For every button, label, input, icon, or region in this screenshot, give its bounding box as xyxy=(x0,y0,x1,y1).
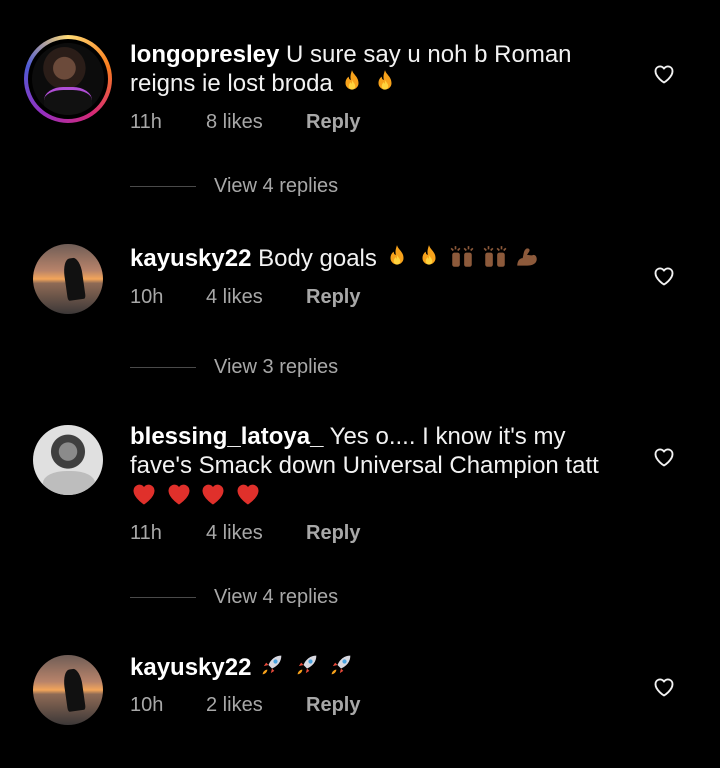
fire-emoji xyxy=(339,69,365,95)
red-heart-emoji xyxy=(199,480,227,508)
reply-button[interactable]: Reply xyxy=(306,111,360,134)
view-replies-label: View 4 replies xyxy=(214,175,339,197)
raising-hands-emoji xyxy=(449,244,475,270)
reply-button[interactable]: Reply xyxy=(306,286,360,309)
avatar-with-story-ring[interactable] xyxy=(24,35,112,123)
divider-line xyxy=(130,367,196,368)
heart-outline-icon[interactable] xyxy=(651,264,677,288)
comment-text: blessing_latoya_ Yes o.... I know it's m… xyxy=(130,422,600,511)
comment-likes[interactable]: 4 likes xyxy=(206,522,306,545)
avatar[interactable] xyxy=(33,655,103,725)
view-replies-label: View 3 replies xyxy=(214,356,339,378)
avatar-image xyxy=(33,244,103,314)
comment-time: 11h xyxy=(130,111,162,133)
comment-username[interactable]: kayusky22 xyxy=(130,654,251,681)
comment-text: kayusky22 Body goals xyxy=(130,244,600,273)
view-replies-button[interactable]: View 4 replies xyxy=(130,175,338,198)
avatar[interactable] xyxy=(33,425,103,495)
rocket-emoji xyxy=(327,651,355,679)
red-heart-emoji xyxy=(130,480,158,508)
story-ring xyxy=(28,39,108,119)
divider-line xyxy=(130,186,196,187)
reply-button[interactable]: Reply xyxy=(306,522,360,545)
view-replies-label: View 4 replies xyxy=(214,586,339,608)
comment-text: longopresley U sure say u noh b Roman re… xyxy=(130,40,600,98)
heart-outline-icon[interactable] xyxy=(651,675,677,699)
rocket-emoji xyxy=(293,651,321,679)
comment-time: 11h xyxy=(130,522,162,544)
comment-likes[interactable]: 2 likes xyxy=(206,694,306,717)
comment-username[interactable]: kayusky22 xyxy=(130,245,251,272)
comment-username[interactable]: longopresley xyxy=(130,41,279,68)
comment-meta: 10h 2 likes Reply xyxy=(130,694,360,717)
flexed-biceps-emoji xyxy=(514,244,540,270)
avatar-image xyxy=(32,43,104,115)
heart-outline-icon[interactable] xyxy=(651,445,677,469)
red-heart-emoji xyxy=(165,480,193,508)
fire-emoji xyxy=(416,244,442,270)
heart-outline-icon[interactable] xyxy=(651,62,677,86)
comment-meta: 11h 4 likes Reply xyxy=(130,522,360,545)
comment-time: 10h xyxy=(130,694,164,716)
fire-emoji xyxy=(372,69,398,95)
fire-emoji xyxy=(384,244,410,270)
red-heart-emoji xyxy=(234,480,262,508)
divider-line xyxy=(130,597,196,598)
comment-time: 10h xyxy=(130,286,164,308)
comment-meta: 10h 4 likes Reply xyxy=(130,286,360,309)
raising-hands-emoji xyxy=(482,244,508,270)
comment-likes[interactable]: 8 likes xyxy=(206,111,306,134)
comment-username[interactable]: blessing_latoya_ xyxy=(130,423,323,450)
reply-button[interactable]: Reply xyxy=(306,694,360,717)
avatar-image xyxy=(33,655,103,725)
avatar[interactable] xyxy=(33,244,103,314)
comment-meta: 11h 8 likes Reply xyxy=(130,111,360,134)
comment-likes[interactable]: 4 likes xyxy=(206,286,306,309)
view-replies-button[interactable]: View 3 replies xyxy=(130,356,338,379)
rocket-emoji xyxy=(258,651,286,679)
view-replies-button[interactable]: View 4 replies xyxy=(130,586,338,609)
comment-text: kayusky22 xyxy=(130,651,600,682)
avatar-image xyxy=(33,425,103,495)
comment-body: Body goals xyxy=(258,245,377,272)
